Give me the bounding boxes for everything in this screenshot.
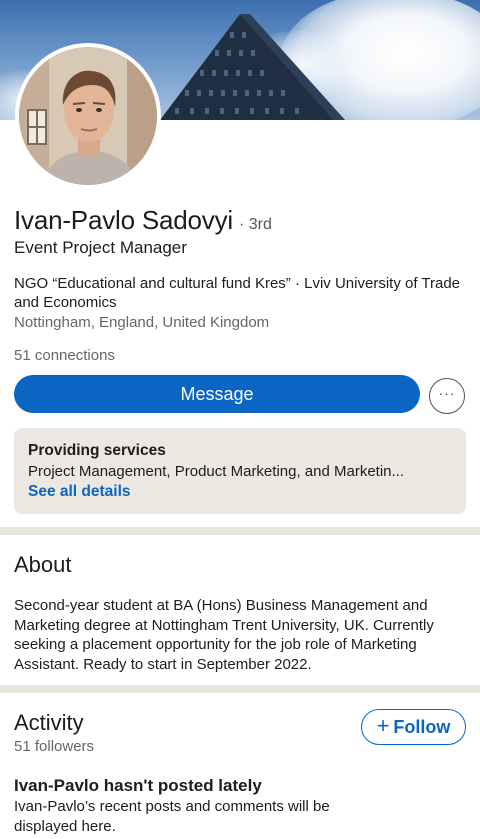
see-all-details-link[interactable]: See all details <box>28 483 131 501</box>
more-options-button[interactable]: ··· <box>429 378 465 414</box>
followers-count: 51 followers <box>14 738 95 755</box>
message-button[interactable]: Message <box>14 375 420 413</box>
activity-heading: Activity <box>14 710 84 735</box>
section-divider <box>0 527 480 535</box>
more-horizontal-icon: ··· <box>438 385 456 401</box>
no-posts-text: Ivan-Pavlo’s recent posts and comments w… <box>14 798 330 835</box>
connections-count[interactable]: 51 connections <box>14 347 115 364</box>
about-text: Second-year student at BA (Hons) Busines… <box>14 597 434 673</box>
providing-services-card[interactable]: Providing services Project Management, P… <box>14 428 466 514</box>
follow-button[interactable]: + Follow <box>361 709 466 745</box>
no-posts-title: Ivan-Pavlo hasn't posted lately <box>14 776 262 795</box>
about-heading: About <box>14 552 72 577</box>
profile-name: Ivan-Pavlo Sadovyi <box>14 205 233 235</box>
services-list: Project Management, Product Marketing, a… <box>28 463 405 480</box>
profile-headline: Event Project Manager <box>14 238 187 257</box>
profile-organization: NGO “Educational and cultural fund Kres”… <box>14 275 461 311</box>
plus-icon: + <box>376 713 390 738</box>
connection-degree: · 3rd <box>238 216 272 233</box>
follow-label: Follow <box>393 716 451 737</box>
name-row: Ivan-Pavlo Sadovyi · 3rd <box>14 205 272 236</box>
profile-avatar[interactable] <box>15 43 161 189</box>
profile-location: Nottingham, England, United Kingdom <box>14 314 270 331</box>
services-title: Providing services <box>28 442 166 459</box>
section-divider <box>0 685 480 693</box>
